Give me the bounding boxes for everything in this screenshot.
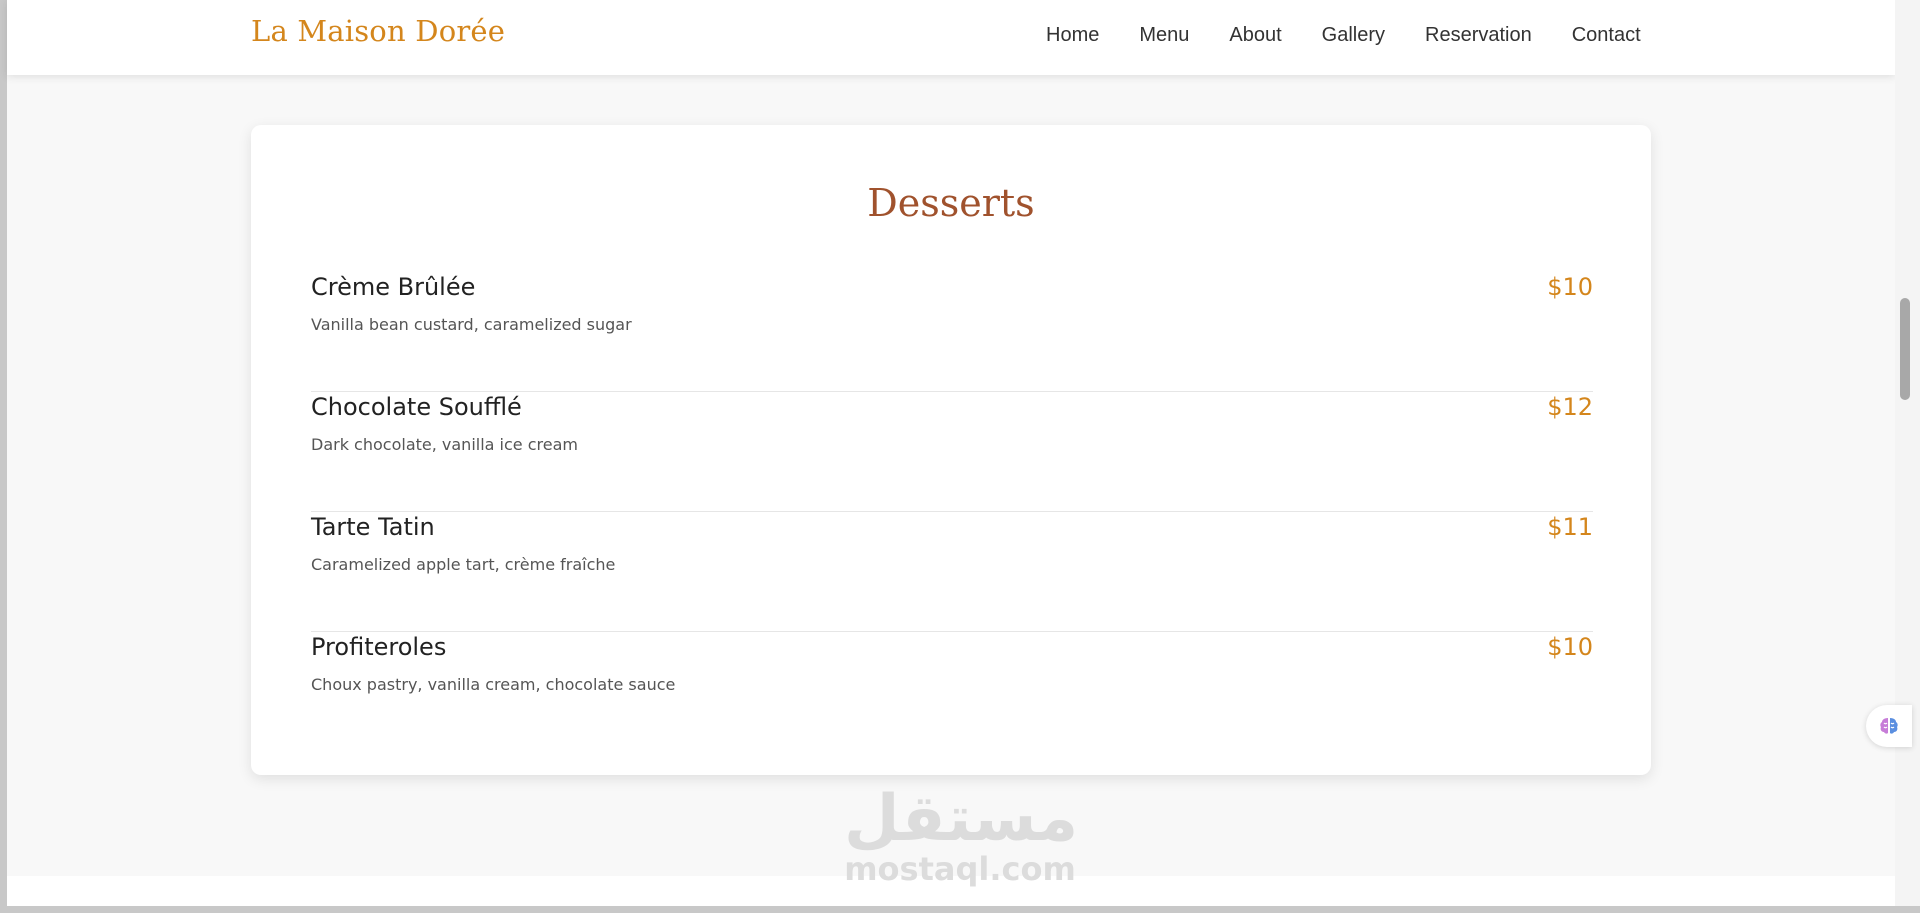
nav-link-gallery[interactable]: Gallery (1322, 24, 1385, 47)
menu-list: Crème Brûlée Vanilla bean custard, caram… (311, 273, 1593, 752)
menu-item-price: $10 (1547, 273, 1593, 301)
menu-item-price: $10 (1547, 633, 1593, 661)
menu-item-description: Dark chocolate, vanilla ice cream (311, 435, 578, 454)
nav-links: Home Menu About Gallery Reservation Cont… (1046, 24, 1641, 47)
floating-assistant-button[interactable] (1866, 705, 1912, 747)
window-bottom-edge (0, 906, 1920, 913)
brand-logo[interactable]: La Maison Dorée (251, 14, 505, 48)
menu-item-name: Crème Brûlée (311, 273, 476, 301)
page-viewport: La Maison Dorée Home Menu About Gallery … (0, 0, 1920, 913)
nav-link-reservation[interactable]: Reservation (1425, 24, 1532, 47)
menu-item-price: $12 (1547, 393, 1593, 421)
nav-link-about[interactable]: About (1229, 24, 1281, 47)
nav-link-contact[interactable]: Contact (1572, 24, 1641, 47)
menu-item-description: Caramelized apple tart, crème fraîche (311, 555, 616, 574)
nav-link-menu[interactable]: Menu (1139, 24, 1189, 47)
menu-item: Crème Brûlée Vanilla bean custard, caram… (311, 273, 1593, 392)
menu-item: Chocolate Soufflé Dark chocolate, vanill… (311, 393, 1593, 512)
scrollbar-track[interactable] (1895, 0, 1920, 906)
menu-item-description: Vanilla bean custard, caramelized sugar (311, 315, 632, 334)
nav-link-home[interactable]: Home (1046, 24, 1099, 47)
watermark-arabic: مستقل (844, 782, 1079, 856)
menu-item: Profiteroles Choux pastry, vanilla cream… (311, 633, 1593, 751)
menu-item-description: Choux pastry, vanilla cream, chocolate s… (311, 675, 676, 694)
menu-item-name: Tarte Tatin (311, 513, 435, 541)
section-title: Desserts (867, 181, 1035, 225)
menu-item-price: $11 (1547, 513, 1593, 541)
watermark-latin: mostaql.com (844, 850, 1076, 888)
brain-icon (1880, 718, 1898, 734)
menu-card: Desserts Crème Brûlée Vanilla bean custa… (251, 125, 1651, 775)
watermark: مستقل mostaql.com (844, 782, 1079, 888)
scrollbar-thumb[interactable] (1900, 298, 1910, 400)
navbar: La Maison Dorée Home Menu About Gallery … (7, 0, 1895, 75)
menu-item-name: Chocolate Soufflé (311, 393, 522, 421)
window-left-edge (0, 0, 7, 913)
menu-item: Tarte Tatin Caramelized apple tart, crèm… (311, 513, 1593, 632)
menu-item-name: Profiteroles (311, 633, 447, 661)
